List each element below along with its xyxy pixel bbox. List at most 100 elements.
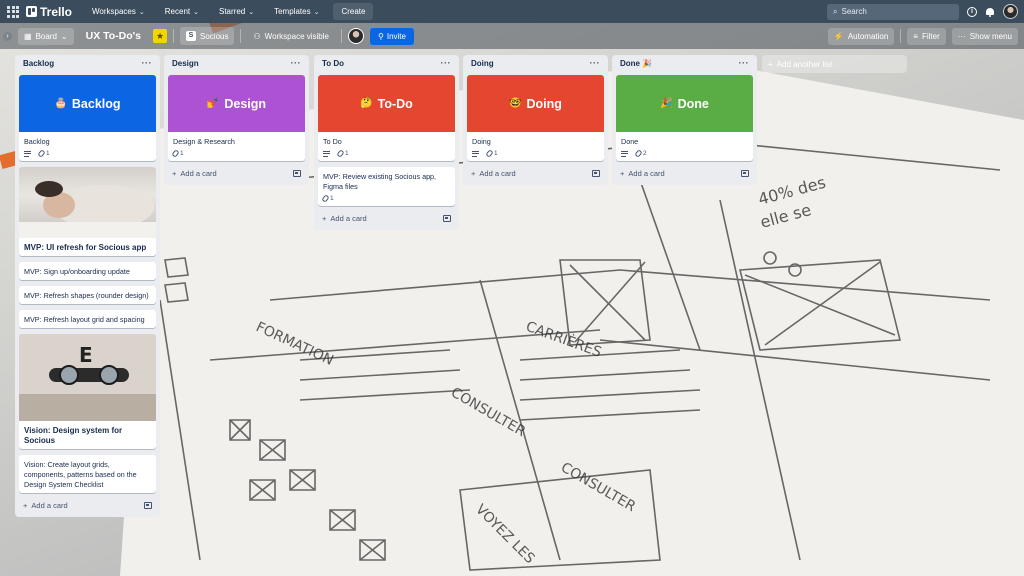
filter-icon: ≡ <box>913 31 918 41</box>
search-input[interactable]: ⌕ Search <box>827 3 959 20</box>
chevron-down-icon: ⌄ <box>248 8 255 16</box>
bell-icon[interactable] <box>985 7 995 17</box>
cover-emoji: 🎂 <box>54 98 67 109</box>
more-icon[interactable]: ··· <box>739 58 750 68</box>
more-icon[interactable]: ··· <box>441 58 452 68</box>
recent-menu[interactable]: Recent ⌄ <box>157 4 207 19</box>
card-title: MVP: Review existing Socious app, Figma … <box>323 172 437 191</box>
add-list-button[interactable]: + Add another list <box>762 55 907 73</box>
more-icon[interactable]: ··· <box>291 58 302 68</box>
member-avatar[interactable] <box>347 28 364 44</box>
list-header[interactable]: To Do ··· <box>318 55 455 69</box>
templates-menu[interactable]: Templates ⌄ <box>266 4 327 19</box>
plus-icon: + <box>23 501 28 510</box>
cover-emoji: 🤔 <box>360 98 373 109</box>
description-icon <box>472 150 479 157</box>
plus-icon: + <box>322 214 327 223</box>
avatar[interactable] <box>1003 4 1018 19</box>
list-header[interactable]: Done 🎉 ··· <box>616 55 753 69</box>
card-to-do[interactable]: 🤔 To-Do To Do 1 <box>318 75 455 161</box>
list-header[interactable]: Design ··· <box>168 55 305 69</box>
svg-text:E: E <box>79 343 93 367</box>
add-card-label: Add a card <box>628 169 665 178</box>
list-title[interactable]: Doing <box>471 59 494 68</box>
card-refresh-layout[interactable]: MVP: Refresh layout grid and spacing <box>19 310 156 328</box>
card-title: Doing <box>472 137 491 146</box>
card-doing[interactable]: 🤓 Doing Doing 1 <box>467 75 604 161</box>
card-layout-grids[interactable]: Vision: Create layout grids, components,… <box>19 455 156 493</box>
card-cover-photo-baby <box>19 167 156 238</box>
show-menu-label: Show menu <box>969 31 1012 41</box>
description-icon <box>24 150 31 157</box>
more-icon[interactable]: ··· <box>590 58 601 68</box>
list-header[interactable]: Backlog ··· <box>19 55 156 69</box>
cover-emoji: 🎉 <box>660 98 673 109</box>
board-icon: ▦ <box>24 31 32 41</box>
attachment-badge: 1 <box>321 194 334 203</box>
add-card-label: Add a card <box>180 169 217 178</box>
card-template-icon[interactable] <box>443 215 451 222</box>
card-cover: 🤔 To-Do <box>318 75 455 132</box>
board-title[interactable]: UX To-Do's <box>80 30 147 42</box>
create-button[interactable]: Create <box>333 3 374 20</box>
chevron-down-icon: ⌄ <box>60 31 68 41</box>
add-card-button[interactable]: + Add a card <box>616 161 753 181</box>
add-card-button[interactable]: + Add a card <box>467 161 604 181</box>
add-card-button[interactable]: + Add a card <box>318 206 455 226</box>
card-done[interactable]: 🎉 Done Done 2 <box>616 75 753 161</box>
add-card-button[interactable]: + Add a card <box>168 161 305 181</box>
sidebar-collapse-icon[interactable]: › <box>3 31 12 41</box>
divider <box>240 29 242 43</box>
list-title[interactable]: Backlog <box>23 59 54 68</box>
card-design-research[interactable]: 💅 Design Design & Research 1 <box>168 75 305 161</box>
visibility-button[interactable]: ⚇ Workspace visible <box>247 28 335 45</box>
filter-label: Filter <box>921 31 940 41</box>
attachment-icon <box>485 149 494 158</box>
card-backlog[interactable]: 🎂 Backlog Backlog 1 <box>19 75 156 161</box>
cover-emoji: 🤓 <box>509 98 522 109</box>
board-header: › ▦ Board ⌄ UX To-Do's ★ S Socious ⚇ Wor… <box>0 23 1024 49</box>
card-ui-refresh[interactable]: MVP: UI refresh for Socious app <box>19 167 156 256</box>
card-title: Vision: Design system for Socious <box>24 426 123 445</box>
attachment-count: 2 <box>643 150 647 157</box>
apps-grid-icon[interactable] <box>6 5 20 19</box>
card-template-icon[interactable] <box>741 170 749 177</box>
attachment-count: 1 <box>494 150 498 157</box>
attachment-badge: 1 <box>485 149 498 158</box>
list-title[interactable]: To Do <box>322 59 344 68</box>
attachment-icon <box>321 194 330 203</box>
star-icon[interactable]: ★ <box>153 29 168 43</box>
list-header[interactable]: Doing ··· <box>467 55 604 69</box>
trello-logo[interactable]: Trello <box>26 5 72 19</box>
card-signup-onboarding[interactable]: MVP: Sign up/onboarding update <box>19 262 156 280</box>
list-title[interactable]: Design <box>172 59 199 68</box>
card-design-system[interactable]: E Vision: Design system for Socious <box>19 334 156 449</box>
more-icon[interactable]: ··· <box>142 58 153 68</box>
filter-button[interactable]: ≡ Filter <box>907 27 946 45</box>
card-template-icon[interactable] <box>592 170 600 177</box>
starred-menu[interactable]: Starred ⌄ <box>211 4 262 19</box>
add-card-button[interactable]: + Add a card <box>19 493 156 513</box>
automation-button[interactable]: ⚡ Automation <box>827 27 895 45</box>
show-menu-button[interactable]: ··· Show menu <box>951 27 1018 45</box>
list-design: Design ··· 💅 Design Design & Research 1 … <box>164 55 309 185</box>
chevron-down-icon: ⌄ <box>313 8 320 16</box>
list-title[interactable]: Done 🎉 <box>620 59 652 68</box>
board-view-button[interactable]: ▦ Board ⌄ <box>18 27 74 45</box>
card-review-figma[interactable]: MVP: Review existing Socious app, Figma … <box>318 167 455 206</box>
info-icon[interactable]: i <box>967 6 977 17</box>
card-title: Done <box>621 137 639 146</box>
card-badges: 1 <box>19 149 156 161</box>
divider <box>340 29 342 43</box>
invite-button[interactable]: ⚲ Invite <box>369 27 414 45</box>
card-badges: 1 <box>467 149 604 161</box>
card-title: MVP: Refresh shapes (rounder design) <box>24 291 149 300</box>
trello-logo-icon <box>26 6 37 17</box>
card-refresh-shapes[interactable]: MVP: Refresh shapes (rounder design) <box>19 286 156 304</box>
card-template-icon[interactable] <box>144 502 152 509</box>
attachment-badge: 1 <box>336 149 349 158</box>
attachment-badge: 1 <box>37 149 50 158</box>
workspaces-menu[interactable]: Workspaces ⌄ <box>84 4 153 19</box>
workspace-button[interactable]: S Socious <box>180 27 235 45</box>
card-template-icon[interactable] <box>293 170 301 177</box>
